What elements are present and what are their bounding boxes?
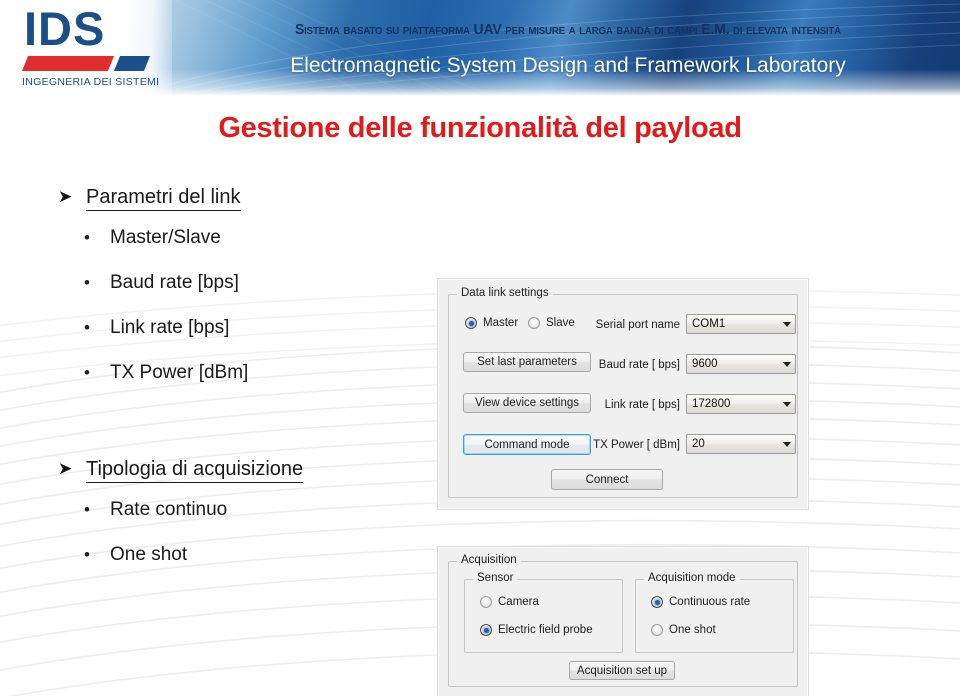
list-item: • Link rate [bps] bbox=[54, 316, 248, 340]
serial-port-name-dropdown[interactable]: COM1 bbox=[686, 314, 796, 334]
command-mode-button[interactable]: Command mode bbox=[463, 434, 591, 455]
chevron-down-icon[interactable] bbox=[778, 401, 795, 407]
view-device-settings-label: View device settings bbox=[475, 397, 579, 409]
link-rate-label: Link rate [ bps] bbox=[604, 399, 680, 411]
bullet-group-acquisition-type: ➤ Tipologia di acquisizione • Rate conti… bbox=[54, 456, 304, 588]
bullet-heading-label: Tipologia di acquisizione bbox=[86, 458, 304, 483]
header-subtitle: Electromagnetic System Design and Framew… bbox=[290, 54, 846, 77]
set-last-parameters-label: Set last parameters bbox=[477, 356, 577, 368]
view-device-settings-button[interactable]: View device settings bbox=[463, 393, 591, 413]
link-rate-dropdown[interactable]: 172800 bbox=[686, 394, 796, 414]
set-last-parameters-button[interactable]: Set last parameters bbox=[463, 352, 591, 372]
page-header: IDS INGEGNERIA DEI SISTEMI Sistema basat… bbox=[0, 0, 960, 96]
radio-slave-label: Slave bbox=[546, 317, 575, 329]
bullet-heading: ➤ Tipologia di acquisizione bbox=[54, 456, 304, 483]
dot-bullet-icon: • bbox=[84, 545, 90, 564]
acquisition-mode-groupbox: Acquisition mode bbox=[635, 572, 794, 653]
acquisition-mode-groupbox-legend: Acquisition mode bbox=[644, 572, 740, 584]
acquisition-panel: Acquisition Sensor Camera Electric field… bbox=[437, 546, 809, 696]
baud-rate-label: Baud rate [ bps] bbox=[598, 359, 680, 371]
list-item-label: Baud rate [bps] bbox=[110, 272, 239, 293]
ids-logo-bars bbox=[21, 56, 151, 71]
dot-bullet-icon: • bbox=[84, 363, 90, 382]
connect-label: Connect bbox=[585, 473, 629, 486]
bullet-heading-label: Parametri del link bbox=[86, 186, 241, 211]
bullet-heading: ➤ Parametri del link bbox=[54, 184, 248, 211]
tx-power-label: TX Power [ dBm] bbox=[593, 439, 680, 451]
radio-one-shot-indicator-icon[interactable] bbox=[651, 624, 663, 636]
radio-continuous-rate-indicator-icon[interactable] bbox=[651, 596, 663, 608]
radio-one-shot[interactable]: One shot bbox=[651, 624, 716, 636]
list-item-label: TX Power [dBm] bbox=[110, 362, 249, 383]
connect-button[interactable]: Connect bbox=[551, 469, 663, 490]
data-link-settings-panel: Data link settings Master Slave Set last… bbox=[437, 278, 809, 510]
list-item-label: Rate continuo bbox=[110, 499, 228, 520]
chevron-down-icon[interactable] bbox=[778, 441, 795, 447]
ids-wordmark: IDS bbox=[24, 2, 106, 55]
slide-body: Gestione delle funzionalità del payload … bbox=[0, 96, 960, 696]
groupbox-legend: Data link settings bbox=[457, 287, 553, 299]
acquisition-set-up-button[interactable]: Acquisition set up bbox=[569, 661, 675, 680]
dot-bullet-icon: • bbox=[84, 500, 90, 519]
chevron-down-icon[interactable] bbox=[778, 321, 795, 327]
sensor-groupbox-legend: Sensor bbox=[473, 572, 518, 584]
radio-electric-field-probe-label: Electric field probe bbox=[498, 624, 593, 636]
list-item-label: Link rate [bps] bbox=[110, 317, 230, 338]
list-item-label: One shot bbox=[110, 544, 188, 565]
radio-camera[interactable]: Camera bbox=[480, 596, 539, 608]
acquisition-set-up-label: Acquisition set up bbox=[576, 664, 668, 677]
radio-electric-field-probe-indicator-icon[interactable] bbox=[480, 624, 492, 636]
ids-logo: IDS INGEGNERIA DEI SISTEMI bbox=[0, 0, 172, 96]
radio-master[interactable]: Master bbox=[465, 317, 518, 329]
page-title: Gestione delle funzionalità del payload bbox=[218, 112, 742, 144]
radio-continuous-rate-label: Continuous rate bbox=[669, 596, 751, 608]
radio-master-indicator-icon[interactable] bbox=[465, 317, 477, 329]
command-mode-label: Command mode bbox=[484, 438, 570, 451]
serial-port-name-label: Serial port name bbox=[595, 319, 680, 331]
dot-bullet-icon: • bbox=[84, 273, 90, 292]
radio-electric-field-probe[interactable]: Electric field probe bbox=[480, 624, 593, 636]
baud-rate-value: 9600 bbox=[692, 358, 718, 370]
dot-bullet-icon: • bbox=[84, 228, 90, 247]
list-item: • Master/Slave bbox=[54, 226, 248, 250]
ids-logo-red-bar bbox=[21, 56, 115, 71]
radio-slave-indicator-icon[interactable] bbox=[528, 317, 540, 329]
arrow-bullet-icon: ➤ bbox=[58, 459, 73, 478]
radio-camera-label: Camera bbox=[498, 596, 539, 608]
ids-logo-subtitle: INGEGNERIA DEI SISTEMI bbox=[22, 76, 160, 88]
baud-rate-dropdown[interactable]: 9600 bbox=[686, 354, 796, 374]
radio-master-label: Master bbox=[483, 317, 519, 329]
chevron-down-icon[interactable] bbox=[778, 361, 795, 367]
ids-logo-blue-bar bbox=[113, 56, 151, 71]
radio-camera-indicator-icon[interactable] bbox=[480, 596, 492, 608]
groupbox-legend: Acquisition bbox=[457, 554, 521, 566]
tx-power-value: 20 bbox=[692, 438, 705, 450]
bullet-group-link-params: ➤ Parametri del link • Master/Slave • Ba… bbox=[54, 184, 248, 406]
list-item: • One shot bbox=[54, 543, 303, 567]
dot-bullet-icon: • bbox=[84, 318, 90, 337]
radio-slave[interactable]: Slave bbox=[528, 317, 575, 329]
sensor-groupbox: Sensor bbox=[464, 572, 623, 653]
list-item: • TX Power [dBm] bbox=[54, 361, 248, 385]
header-tagline: Sistema basato su piattaforma UAV per mi… bbox=[294, 22, 841, 38]
link-rate-value: 172800 bbox=[692, 398, 731, 410]
list-item-label: Master/Slave bbox=[110, 227, 221, 248]
arrow-bullet-icon: ➤ bbox=[58, 187, 73, 206]
serial-port-name-value: COM1 bbox=[692, 318, 726, 330]
list-item: • Baud rate [bps] bbox=[54, 271, 248, 295]
list-item: • Rate continuo bbox=[54, 498, 303, 522]
radio-one-shot-label: One shot bbox=[669, 624, 716, 636]
tx-power-dropdown[interactable]: 20 bbox=[686, 434, 796, 454]
radio-continuous-rate[interactable]: Continuous rate bbox=[651, 596, 750, 608]
